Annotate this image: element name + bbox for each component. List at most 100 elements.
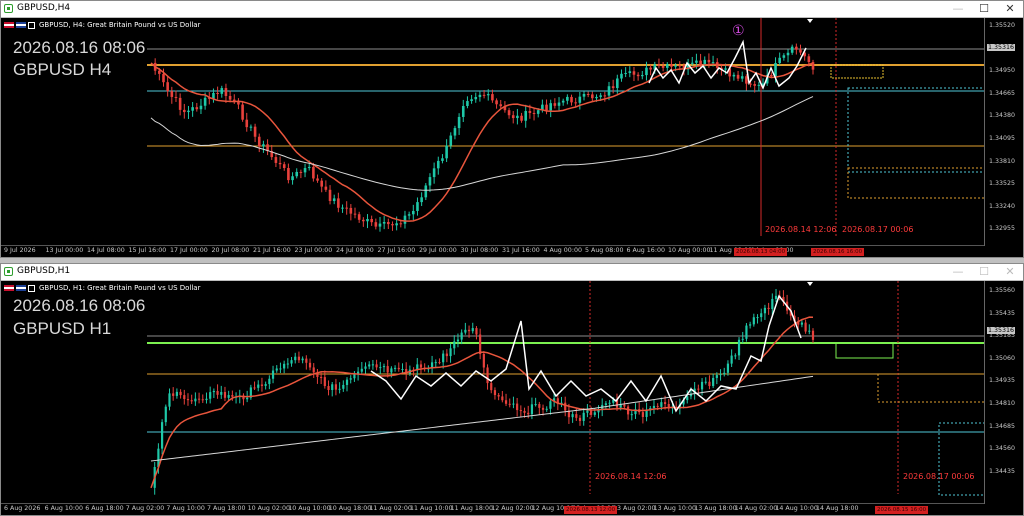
candle-body (740, 76, 744, 79)
candle-body (495, 100, 498, 105)
candle-body (566, 96, 569, 101)
candle-body (730, 355, 733, 364)
candle-body (656, 405, 659, 407)
candle-body (482, 94, 486, 96)
candle-body (442, 353, 445, 363)
restore-button[interactable]: ☐ (971, 1, 997, 17)
trade-arrow-icon[interactable] (28, 21, 35, 29)
candle-body (286, 363, 289, 365)
price-axis-h4[interactable]: 1.355201.352351.349501.346651.343801.340… (984, 18, 1023, 246)
candle-body (804, 322, 807, 332)
price-tick-label: 1.34950 (989, 67, 1016, 75)
red-time-tag-1: 2026.08.13 04:00 (734, 248, 788, 256)
candle-body (453, 341, 456, 349)
candle-body (711, 62, 715, 64)
candle-body (501, 396, 504, 401)
candle-body (264, 384, 267, 386)
candle-body (561, 100, 565, 103)
candle-body (493, 390, 497, 396)
chart-plot-h1[interactable]: GBPUSD, H1: Great Britain Pound vs US Do… (1, 281, 1023, 515)
window-title-h1: GBPUSD,H1 (17, 266, 71, 276)
chart-app-icon (4, 4, 13, 13)
candle-body (532, 112, 536, 114)
candle-body (786, 52, 790, 56)
price-tick-label: 1.34435 (989, 467, 1016, 475)
candle-body (471, 328, 474, 332)
datetime-overlay-h1: 2026.08.16 08:06 (13, 296, 146, 315)
candle-body (349, 207, 353, 214)
wave-marker-1[interactable]: ① (732, 23, 745, 39)
time-tick-label: 9 Jul 2026 (4, 247, 36, 254)
candle-body (209, 392, 212, 399)
projection-box-cyan (938, 422, 985, 496)
minimize-button[interactable]: — (945, 264, 971, 280)
candle-body (279, 368, 282, 370)
candle-body (545, 104, 548, 111)
candle-body (391, 224, 394, 226)
minimize-button[interactable]: — (945, 1, 971, 17)
price-axis-h1[interactable]: 1.35560 1.35435 1.35185 1.35060 1.34935 1.348… (984, 281, 1023, 504)
candle-body (674, 65, 677, 67)
restore-button[interactable]: ☐ (971, 264, 997, 280)
chart-plot-h4[interactable]: GBPUSD, H4: Great Britain Pound vs US Do… (1, 18, 1023, 257)
time-tick-label: 23 Jul 00:00 (294, 247, 333, 254)
candle-body (697, 388, 700, 390)
candle-body (774, 63, 777, 77)
time-tick-label: 14 Aug 02:00 (734, 505, 778, 512)
time-tick-label: 13 Jul 00:00 (45, 247, 84, 254)
candle-body (183, 109, 186, 113)
bar-marker-triangle (807, 282, 813, 286)
us-flag-icon (16, 285, 26, 291)
time-tick-label: 6 Aug 16:00 (626, 247, 665, 254)
price-chart-h1 (147, 281, 985, 496)
candle-body (186, 399, 190, 401)
candle-body (528, 111, 532, 113)
price-tick-label: 1.34685 (989, 422, 1016, 430)
candle-body (295, 171, 299, 177)
gb-flag-icon (4, 22, 14, 28)
chart-app-icon (4, 267, 13, 276)
title-bar-h1[interactable]: GBPUSD,H1 — ☐ ✕ (1, 264, 1023, 281)
candle-body (297, 356, 301, 361)
candle-body (305, 358, 308, 363)
candle-body (640, 75, 644, 77)
candle-body (334, 384, 338, 390)
chart-window-h1: GBPUSD,H1 — ☐ ✕ GBPUSD, H1: Great Britai… (0, 263, 1024, 516)
candle-body (807, 56, 811, 63)
candle-body (382, 366, 386, 368)
close-button[interactable]: ✕ (997, 1, 1023, 17)
candle-body (607, 86, 611, 96)
trade-arrow-icon[interactable] (28, 284, 35, 292)
candle-body (665, 64, 669, 68)
candle-body (395, 223, 398, 226)
time-tick-label: 14 Aug 18:00 (816, 505, 859, 512)
candle-body (757, 84, 761, 86)
time-tick-label: 6 Aug 10:00 (44, 505, 84, 512)
time-tick-label: 11 Aug 18:00 (450, 505, 494, 512)
candle-body (283, 363, 286, 369)
candle-body (808, 330, 811, 332)
candle-body (364, 366, 367, 369)
candle-body (763, 307, 767, 314)
candle-body (524, 111, 528, 121)
candle-body (371, 364, 374, 366)
title-bar-h4[interactable]: GBPUSD,H4 — ☐ ✕ (1, 1, 1023, 18)
candle-body (375, 364, 378, 368)
candle-body (767, 307, 770, 310)
candle-body (301, 358, 304, 361)
candle-body (811, 330, 815, 340)
vline-label-2-h1: 2026.08.17 00:06 (903, 472, 975, 481)
candle-body (342, 384, 345, 389)
candle-body (582, 94, 586, 97)
price-tick-label: 1.34665 (989, 89, 1016, 97)
price-tick-label: 1.34935 (989, 377, 1016, 385)
candle-body (299, 171, 303, 173)
price-tick-label: 1.35560 (989, 287, 1016, 294)
projection-box-yellow (830, 64, 884, 79)
time-tick-label: 27 Jul 16:00 (377, 247, 416, 254)
candle-body (362, 219, 365, 222)
candle-body (534, 404, 537, 406)
time-tick-label: 4 Aug 00:00 (543, 247, 582, 254)
candle-body (626, 406, 630, 415)
close-button[interactable]: ✕ (997, 264, 1023, 280)
